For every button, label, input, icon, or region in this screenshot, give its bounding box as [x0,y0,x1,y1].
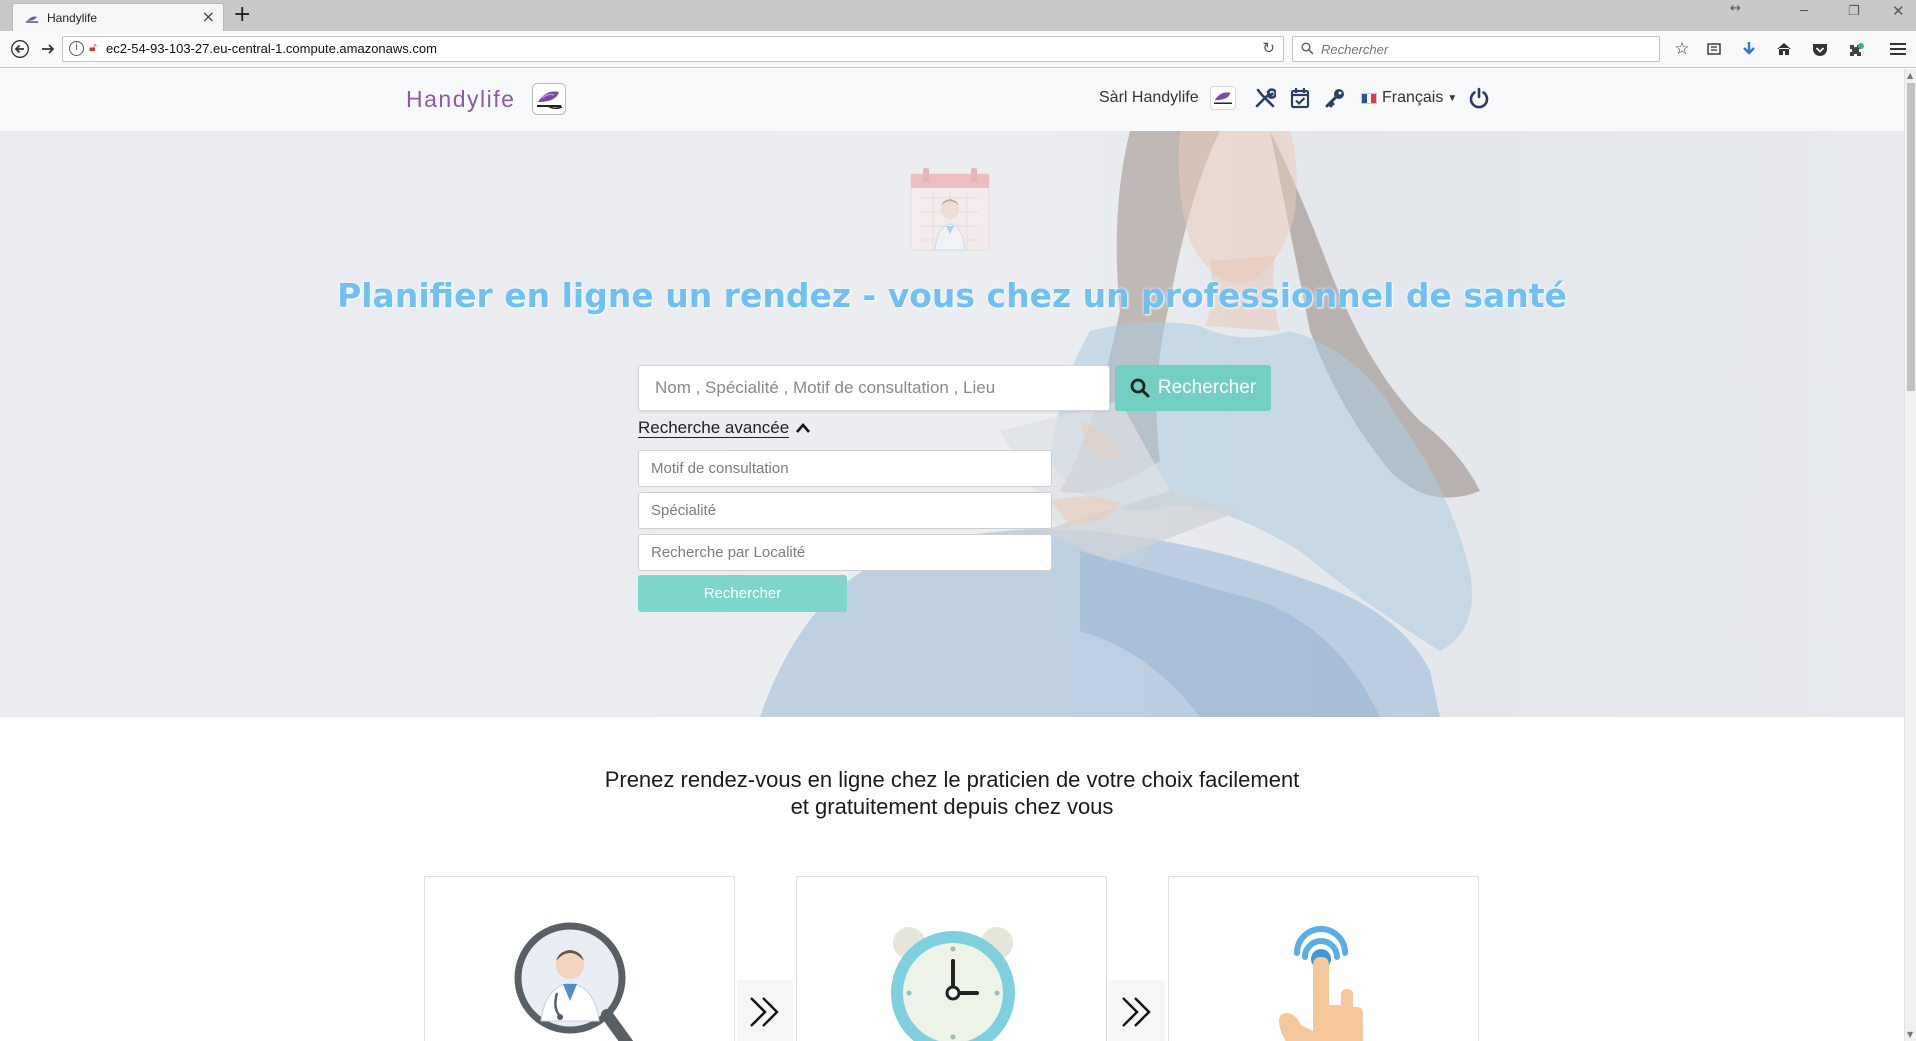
reload-icon[interactable]: ↻ [1262,39,1275,57]
menu-icon[interactable] [1886,37,1910,61]
brand-logo-icon[interactable] [532,83,566,115]
advanced-search-toggle[interactable]: Recherche avancée [638,418,811,438]
localite-input[interactable] [638,534,1052,571]
site-header: Handylife Sàrl Handylife Français ▼ [0,69,1904,131]
power-icon[interactable] [1466,85,1492,111]
scroll-up-icon[interactable]: ▲ [1907,71,1913,80]
info-icon[interactable]: i [69,41,84,56]
browser-search-box[interactable] [1292,36,1660,62]
motif-consultation-input[interactable] [638,450,1052,487]
page-scrollbar[interactable]: ▲ ▼ [1904,69,1916,1041]
browser-nav-bar: i 🔓︎ ec2-54-93-103-27.eu-central-1.compu… [0,31,1916,68]
calendar-check-icon[interactable] [1287,85,1313,111]
restore-icon[interactable]: ❐ [1848,4,1860,19]
france-flag-icon [1361,92,1377,104]
new-tab-button[interactable]: + [233,2,251,28]
key-icon[interactable] [1322,85,1348,111]
search-icon [1301,42,1314,55]
browser-tab-bar: Handylife × + ↔ ─ ❐ ✕ [0,0,1916,31]
bookmark-star-icon[interactable]: ☆ [1670,37,1694,61]
tab-title: Handylife [47,11,98,25]
step-arrow-1 [737,980,793,1041]
doctor-search-icon [514,922,634,1041]
double-chevron-right-icon [1122,997,1151,1027]
hero-section: Planifier en ligne un rendez - vous chez… [0,131,1904,717]
specialite-input[interactable] [638,492,1052,529]
download-icon[interactable] [1737,37,1761,61]
close-window-icon[interactable]: ✕ [1892,2,1905,20]
tools-icon[interactable] [1252,85,1278,111]
caret-down-icon: ▼ [1447,92,1458,104]
search-icon [1130,378,1150,398]
alarm-clock-icon [891,927,1015,1041]
main-search-button-label: Rechercher [1157,377,1257,398]
step-card-search [424,876,735,1041]
hero-title: Planifier en ligne un rendez - vous chez… [337,276,1567,315]
insecure-lock-icon[interactable]: 🔓︎ [89,40,97,55]
double-chevron-right-icon [750,997,779,1027]
tap-hand-icon [1279,926,1363,1041]
intro-tagline: Prenez rendez-vous en ligne chez le prat… [0,766,1904,820]
main-search-input[interactable] [638,365,1110,411]
address-bar[interactable]: i 🔓︎ ec2-54-93-103-27.eu-central-1.compu… [62,36,1284,62]
advanced-search-button[interactable]: Rechercher [638,575,847,612]
advanced-search-label: Recherche avancée [638,418,790,438]
step-card-confirm [1168,876,1479,1041]
extension-icon[interactable] [1844,37,1868,61]
favicon-icon [26,16,38,23]
brand-logo-text[interactable]: Handylife [406,86,515,113]
forward-icon[interactable] [36,37,60,61]
intro-line-1: Prenez rendez-vous en ligne chez le prat… [604,767,1300,792]
step-card-schedule [796,876,1107,1041]
language-label: Français [1382,89,1444,106]
scroll-down-icon[interactable]: ▼ [1907,1030,1913,1039]
back-icon[interactable] [8,37,32,61]
pocket-icon[interactable] [1808,37,1832,61]
chevron-up-icon [796,423,811,433]
tab-close-icon[interactable]: × [202,7,215,27]
intro-line-2: et gratuitement depuis chez vous [790,794,1114,819]
language-selector[interactable]: Français ▼ [1361,89,1457,107]
user-name[interactable]: Sàrl Handylife [1099,89,1199,107]
minimize-icon[interactable]: ─ [1800,4,1808,19]
home-icon[interactable] [1772,37,1796,61]
main-search-button[interactable]: Rechercher [1115,365,1271,411]
browser-search-input[interactable] [1321,37,1651,61]
step-arrow-2 [1109,980,1165,1041]
url-text[interactable]: ec2-54-93-103-27.eu-central-1.compute.am… [106,41,437,56]
calendar-doctor-icon [910,168,990,251]
user-avatar-icon[interactable] [1210,85,1236,111]
browser-window: { "browser": { "tab_title": "Handylife",… [0,0,1916,1041]
resize-arrows-icon: ↔ [1730,1,1741,16]
scrollbar-thumb[interactable] [1907,83,1915,391]
browser-tab[interactable]: Handylife × [12,3,224,31]
reading-list-icon[interactable] [1702,37,1726,61]
